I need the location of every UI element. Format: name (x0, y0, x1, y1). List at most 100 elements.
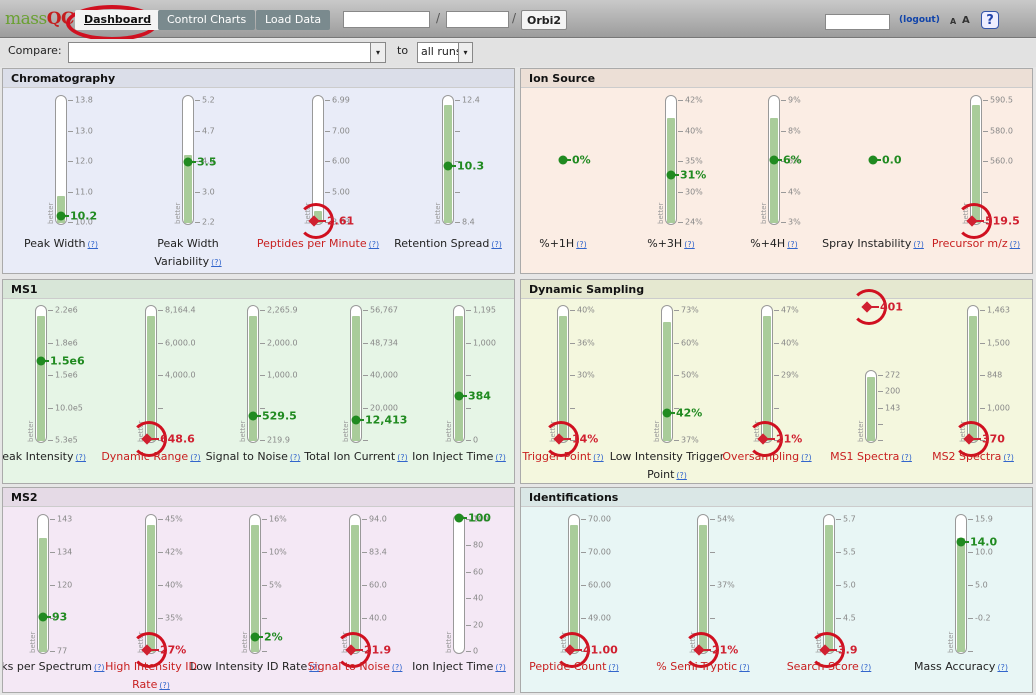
gauge-tick-label: 80 (473, 540, 484, 550)
metric-label[interactable]: Ion Inject Time (?) (394, 448, 514, 467)
nav-dashboard[interactable]: Dashboard (75, 10, 161, 30)
help-link[interactable]: (?) (608, 663, 619, 672)
metric-ion-inject-time[interactable]: 100 80 60 40 20 0 better 100 Ion Inject Time (?) (394, 488, 514, 692)
gauge-tick (466, 407, 471, 409)
metric-label[interactable]: Precursor m/z (?) (911, 235, 1032, 254)
metric-label[interactable]: Ion Inject Time (?) (394, 658, 514, 677)
metric--semi-tryptic[interactable]: 54% 37% better 21%% Semi-Tryptic (?) (638, 488, 768, 692)
logout-link[interactable]: (logout) (899, 15, 940, 25)
font-large-button[interactable]: A (962, 15, 970, 26)
gauge-tick (581, 552, 586, 553)
gauge-tick (362, 552, 367, 553)
metric-peptides-per-minute[interactable]: 6.99 7.00 6.00 5.00 3.63 better 2.61 Peptides p… (253, 69, 383, 273)
chevron-down-icon[interactable]: ▾ (458, 43, 472, 62)
metric-label[interactable]: Peak Width (?) (3, 235, 126, 254)
help-link[interactable]: (?) (787, 240, 798, 249)
compare-run-select[interactable]: ▾ (68, 42, 386, 63)
metric-value: 42% (676, 406, 703, 420)
help-link[interactable]: (?) (997, 663, 1008, 672)
metric-label[interactable]: % Semi-Tryptic (?) (638, 658, 768, 677)
gauge-tick-label: 77 (57, 646, 68, 656)
font-small-button[interactable]: A (950, 17, 956, 26)
metric-peak-width[interactable]: 13.8 13.0 12.0 11.0 10.0 better 10.2 Peak Width… (3, 69, 126, 273)
gauge-tick-label: 70.00 (588, 514, 611, 524)
gauge-tick-label: 560.0 (990, 156, 1013, 166)
gauge-tick-label: 5.2 (202, 95, 215, 105)
metric-label-text: Total Ion Current (304, 450, 396, 463)
metric-value: 100 (468, 511, 491, 525)
gauge-tick-label: 0 (473, 435, 479, 445)
nav-load-data[interactable]: Load Data (256, 10, 331, 30)
lab-selector[interactable] (446, 11, 509, 28)
metric-value: 41.00 (583, 643, 618, 657)
help-link[interactable]: (?) (369, 240, 380, 249)
value-leader (459, 395, 467, 398)
nav-control-charts[interactable]: Control Charts (158, 10, 256, 30)
help-link[interactable]: (?) (88, 240, 99, 249)
better-label: better (445, 420, 453, 442)
gauge-tick (983, 161, 988, 162)
help-link[interactable]: (?) (491, 240, 502, 249)
metric-value: 519.5 (985, 214, 1020, 228)
gauge-tick (781, 222, 786, 223)
help-link[interactable]: (?) (1010, 240, 1021, 249)
help-link[interactable]: (?) (676, 471, 687, 480)
gauge-tick (581, 618, 586, 619)
metric-label[interactable]: Retention Spread (?) (383, 235, 513, 254)
metric-retention-spread[interactable]: 12.4 8.4 better 10.3 Retention Spread (?) (383, 69, 513, 273)
metric-label[interactable]: Peptide Count (?) (521, 658, 639, 677)
value-leader (41, 360, 49, 362)
metric-value: 6% (783, 153, 802, 167)
gauge-tick-label: 590.5 (990, 95, 1013, 105)
help-link[interactable]: (?) (495, 663, 506, 672)
gauge-tick-label: 40 (473, 593, 484, 603)
metric-ms2-spectra[interactable]: 1,463 1,500 848 1,000 better 370 MS2 Spectra (?… (908, 280, 1032, 483)
help-link[interactable]: (?) (861, 663, 872, 672)
metric-label-text: Peak Width Variability (154, 237, 219, 268)
gauge-tube: 73% 60% 50% 37% better (653, 305, 699, 445)
help-link[interactable]: (?) (739, 663, 750, 672)
metric-label[interactable]: Peak Width Variability (?) (123, 235, 253, 272)
gauge-tick-label: 5.3e5 (55, 435, 78, 445)
help-link[interactable]: (?) (576, 240, 587, 249)
help-link[interactable]: (?) (1003, 453, 1014, 462)
metric-ion-inject-time[interactable]: 1,195 1,000 0 better 384 Ion Inject Time (?) (394, 280, 514, 483)
gauge-tick-label: 47% (781, 305, 799, 315)
help-icon[interactable]: ? (981, 11, 999, 29)
better-label: better (760, 202, 768, 224)
project-selector[interactable] (343, 11, 430, 28)
gauge-tick-label: 8.4 (462, 217, 475, 227)
gauge-tick (980, 407, 985, 409)
gauge-tick (836, 552, 841, 553)
runs-select[interactable]: all runs ▾ (417, 42, 473, 63)
value-leader (873, 159, 881, 161)
help-link[interactable]: (?) (159, 681, 170, 690)
help-link[interactable]: (?) (211, 258, 222, 267)
help-link[interactable]: (?) (76, 453, 87, 462)
instrument-selector[interactable]: Orbi2 (521, 10, 568, 30)
gauge-tick (878, 440, 883, 441)
metric-mass-accuracy[interactable]: 15.9 10.0 5.0 -0.2 better 14.0 Mass Accuracy (?… (896, 488, 1026, 692)
metric-label[interactable]: Mass Accuracy (?) (896, 658, 1026, 677)
metric-label-text: Peaks per Spectrum (2, 660, 92, 673)
metric-label-text: % Semi-Tryptic (656, 660, 738, 673)
gauge-tick (581, 585, 586, 586)
better-label: better (657, 202, 665, 224)
metric-peptide-count[interactable]: 70.00 70.00 60.00 49.00 better 41.00 Peptide C… (521, 488, 639, 692)
help-link[interactable]: (?) (684, 240, 695, 249)
metric-value: 21% (712, 643, 739, 657)
gauge-tick-label: 60.0 (369, 580, 387, 590)
help-link[interactable]: (?) (495, 453, 506, 462)
metric-label[interactable]: MS2 Spectra (?) (908, 448, 1032, 467)
metric-label[interactable]: Peptides per Minute (?) (253, 235, 383, 254)
gauge-tick-label: 6.99 (332, 95, 350, 105)
metric-precursor-m-z[interactable]: 590.5 580.0 560.0 better 519.5 Precursor m/z(… (911, 69, 1032, 273)
chevron-down-icon[interactable]: ▾ (370, 43, 385, 62)
value-leader (667, 412, 675, 414)
value-leader (563, 159, 571, 161)
metric-search-score[interactable]: 5.7 5.5 5.0 4.5 better 3.9 Search Score (?) (764, 488, 894, 692)
metric-label-text: Spray Instability (822, 237, 912, 250)
metric-label[interactable]: Search Score (?) (764, 658, 894, 677)
metric-peak-width-variability[interactable]: 5.2 4.7 4.0 3.0 2.2 better 3.5 Peak Width Varia… (123, 69, 253, 273)
gauge-tick (968, 618, 973, 619)
